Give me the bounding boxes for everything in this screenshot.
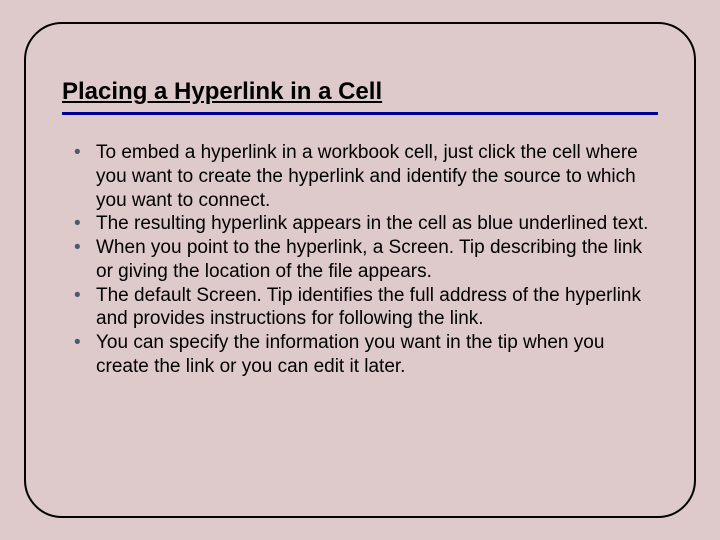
list-item: The default Screen. Tip identifies the f…: [68, 284, 658, 332]
slide-title: Placing a Hyperlink in a Cell: [62, 78, 658, 106]
list-item: You can specify the information you want…: [68, 331, 658, 379]
list-item: To embed a hyperlink in a workbook cell,…: [68, 141, 658, 212]
list-item: The resulting hyperlink appears in the c…: [68, 212, 658, 236]
list-item: When you point to the hyperlink, a Scree…: [68, 236, 658, 284]
slide-frame: Placing a Hyperlink in a Cell To embed a…: [24, 22, 696, 518]
bullet-list: To embed a hyperlink in a workbook cell,…: [62, 141, 658, 379]
title-divider: [62, 112, 658, 115]
